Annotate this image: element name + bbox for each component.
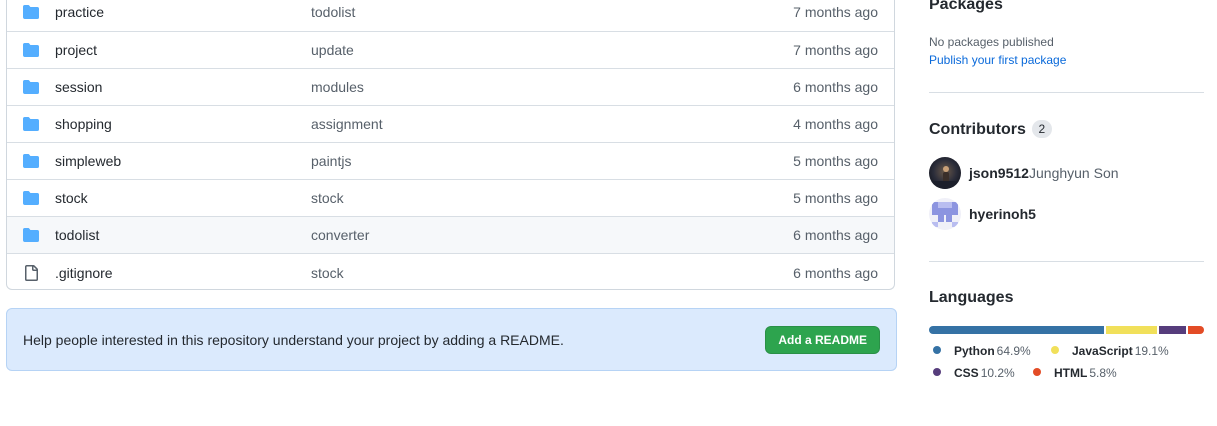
language-name: HTML [1054,366,1088,380]
commit-message[interactable]: assignment [311,116,383,132]
repository-page: practice todolist 7 months ago project u… [0,0,1217,426]
commit-message[interactable]: todolist [311,4,355,20]
language-bar-segment-css[interactable] [1158,326,1187,334]
language-bar-segment-javascript[interactable] [1105,326,1157,334]
language-percent: 5.8% [1089,366,1117,380]
file-icon [25,264,38,281]
commit-age: 6 months ago [793,227,878,243]
language-name: Python [954,344,995,358]
file-row-stock[interactable]: stock stock 5 months ago [7,180,894,217]
contributor-login[interactable]: hyerinoh5 [969,206,1036,222]
file-row-practice[interactable]: practice todolist 7 months ago [7,0,894,32]
language-item-python[interactable]: Python 64.9% [933,344,1031,358]
repository-sidebar: Packages No packages published Publish y… [929,0,1204,426]
file-row-simpleweb[interactable]: simpleweb paintjs 5 months ago [7,143,894,180]
commit-message[interactable]: stock [311,265,344,281]
commit-age: 6 months ago [793,264,878,281]
commit-message[interactable]: stock [311,190,344,206]
commit-age: 6 months ago [793,79,878,95]
folder-icon [23,80,39,94]
no-packages-text: No packages published [929,35,1054,49]
contributor-hyerinoh5[interactable]: hyerinoh5 [929,198,1049,230]
file-name[interactable]: practice [55,4,104,20]
commit-age: 5 months ago [793,190,878,206]
publish-package-link[interactable]: Publish your first package [929,53,1066,67]
file-name[interactable]: stock [55,190,88,206]
file-name[interactable]: session [55,79,102,95]
file-name[interactable]: project [55,42,97,58]
file-row-session[interactable]: session modules 6 months ago [7,69,894,106]
language-item-javascript[interactable]: JavaScript 19.1% [1051,344,1169,358]
language-color-dot [1051,346,1059,354]
folder-icon [23,228,39,242]
language-name: CSS [954,366,979,380]
language-color-dot [933,368,941,376]
identicon-icon [929,198,961,230]
contributors-heading[interactable]: Contributors 2 [929,120,1052,139]
contributor-json9512[interactable]: json9512 Junghyun Son [929,157,1129,189]
file-name[interactable]: todolist [55,227,99,243]
folder-icon [23,43,39,57]
file-row-gitignore[interactable]: .gitignore stock 6 months ago [7,254,894,289]
language-percent: 64.9% [996,344,1031,358]
commit-message[interactable]: paintjs [311,153,351,169]
file-name[interactable]: simpleweb [55,153,121,169]
commit-age: 5 months ago [793,153,878,169]
file-row-todolist[interactable]: todolist converter 6 months ago [7,217,894,254]
language-name: JavaScript [1072,344,1133,358]
language-percent: 19.1% [1134,344,1169,358]
folder-icon [23,154,39,168]
add-readme-button[interactable]: Add a README [765,325,880,354]
folder-icon [23,4,39,19]
contributors-heading-label: Contributors [929,121,1026,138]
avatar[interactable] [929,198,961,230]
language-item-html[interactable]: HTML 5.8% [1033,366,1117,380]
language-item-css[interactable]: CSS 10.2% [933,366,1015,380]
contributor-login[interactable]: json9512 [969,165,1029,181]
language-percent: 10.2% [980,366,1015,380]
contributor-full-name: Junghyun Son [1029,165,1119,181]
commit-age: 7 months ago [793,42,878,58]
language-bar-segment-html[interactable] [1188,326,1204,334]
commit-age: 7 months ago [793,3,878,20]
file-list: practice todolist 7 months ago project u… [6,0,895,290]
avatar-photo-icon [929,157,961,189]
file-name[interactable]: shopping [55,116,112,132]
packages-heading[interactable]: Packages [929,0,1003,14]
language-bar [929,326,1204,334]
commit-message[interactable]: modules [311,79,364,95]
file-row-shopping[interactable]: shopping assignment 4 months ago [7,106,894,143]
commit-message[interactable]: converter [311,227,369,243]
file-name[interactable]: .gitignore [55,265,113,281]
section-divider [929,261,1204,262]
folder-icon [23,117,39,131]
folder-icon [23,191,39,205]
readme-banner: Help people interested in this repositor… [6,308,897,371]
commit-age: 4 months ago [793,116,878,132]
contributors-count-badge: 2 [1031,120,1052,138]
avatar[interactable] [929,157,961,189]
language-color-dot [1033,368,1041,376]
languages-heading: Languages [929,289,1014,306]
file-row-project[interactable]: project update 7 months ago [7,32,894,69]
language-color-dot [933,346,941,354]
section-divider [929,92,1204,93]
commit-message[interactable]: update [311,42,354,58]
readme-banner-text: Help people interested in this repositor… [23,331,564,348]
language-bar-segment-python[interactable] [929,326,1104,334]
